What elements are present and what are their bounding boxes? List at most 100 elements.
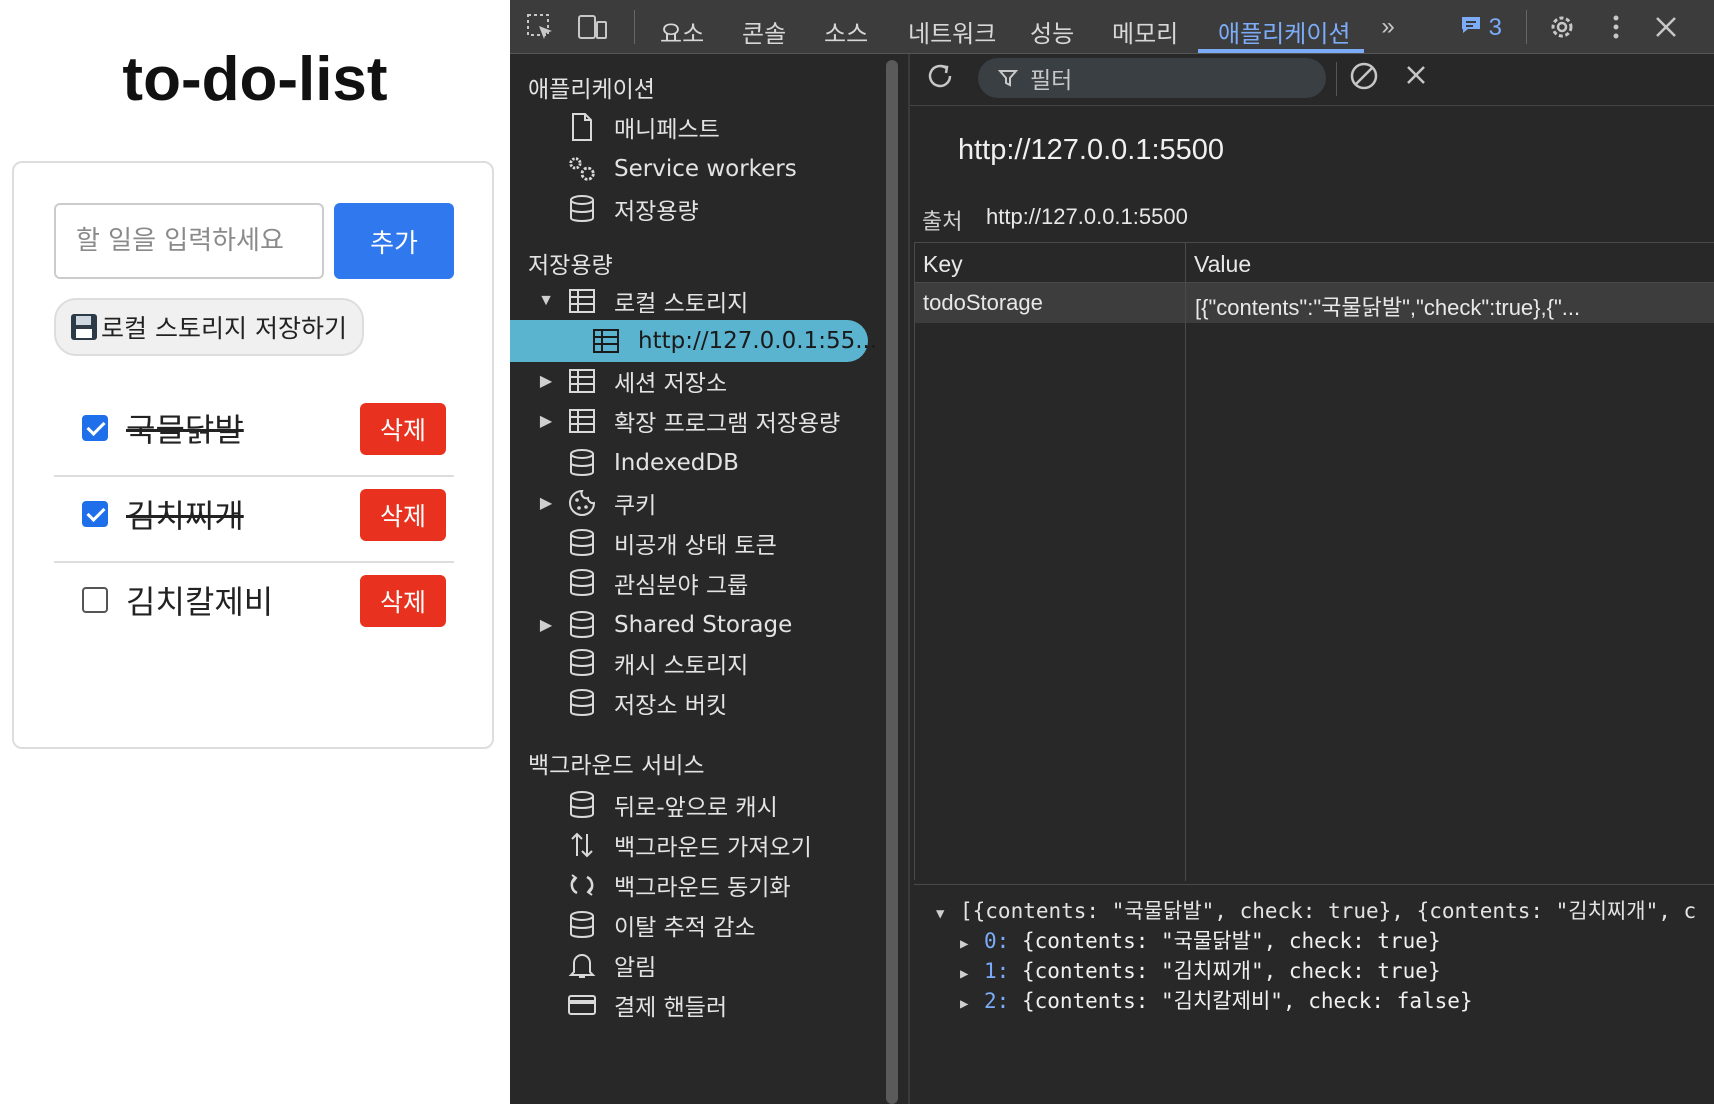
devtools-panel: 요소 콘솔 소스 네트워크 성능 메모리 애플리케이션 » 3 애플리케이션 매… — [510, 0, 1714, 1104]
database-icon — [566, 447, 598, 479]
tab-performance[interactable]: 성능 — [1030, 14, 1074, 49]
origin-label: 출처 — [922, 209, 963, 234]
origin-heading: http://127.0.0.1:5500 — [958, 134, 1225, 166]
database-icon — [566, 567, 598, 599]
origin-row: 출처 http://127.0.0.1:5500 — [922, 204, 1188, 236]
filter-placeholder: 필터 — [1030, 67, 1073, 93]
column-header-key[interactable]: Key — [915, 243, 1185, 283]
sidebar-item-bfcache[interactable]: 뒤로-앞으로 캐시 — [510, 784, 870, 826]
inspect-element-icon[interactable] — [524, 12, 556, 42]
collapsed-arrow-icon[interactable]: ▶ — [536, 411, 556, 431]
toolbar-divider — [1336, 62, 1337, 96]
floppy-disk-icon — [71, 314, 98, 340]
sidebar-item-background-fetch[interactable]: 백그라운드 가져오기 — [510, 824, 870, 866]
delete-button[interactable]: 삭제 — [360, 489, 446, 541]
collapsed-arrow-icon[interactable]: ▶ — [960, 996, 984, 1012]
table-row[interactable]: todoStorage [{"contents":"국물닭발","check":… — [915, 283, 1714, 323]
tab-elements[interactable]: 요소 — [660, 14, 704, 49]
delete-button[interactable]: 삭제 — [360, 403, 446, 455]
sidebar-item-interest-groups[interactable]: 관심분야 그룹 — [510, 562, 870, 604]
tab-console[interactable]: 콘솔 — [742, 14, 786, 49]
database-icon — [566, 527, 598, 559]
collapsed-arrow-icon[interactable]: ▶ — [536, 493, 556, 513]
toolbar-divider — [1526, 10, 1527, 44]
preview-entry[interactable]: ▶ 0: {contents: "국물닭발", check: true} — [960, 925, 1441, 955]
sidebar-item-background-sync[interactable]: 백그라운드 동기화 — [510, 864, 870, 906]
refresh-icon[interactable] — [924, 60, 956, 90]
database-icon — [566, 909, 598, 941]
tab-memory[interactable]: 메모리 — [1112, 14, 1178, 49]
sidebar-item-local-storage[interactable]: ▼ 로컬 스토리지 — [510, 280, 870, 322]
sidebar-item-cookies[interactable]: ▶ 쿠키 — [510, 482, 870, 524]
database-icon — [566, 609, 598, 641]
preview-summary[interactable]: ▼ [{contents: "국물닭발", check: true}, {cont… — [936, 895, 1696, 925]
collapsed-arrow-icon[interactable]: ▶ — [960, 966, 984, 982]
collapsed-arrow-icon[interactable]: ▶ — [960, 936, 984, 952]
todo-card: 추가 로컬 스토리지 저장하기 국물닭발 삭제 김치찌개 삭제 김치칼제비 삭제 — [12, 161, 494, 749]
kebab-menu-icon[interactable] — [1600, 12, 1632, 42]
todo-checkbox[interactable] — [82, 587, 108, 613]
column-divider[interactable] — [1185, 243, 1186, 881]
clear-all-icon[interactable] — [1348, 60, 1380, 90]
sidebar-section-storage: 저장용량 — [528, 253, 613, 279]
database-icon — [566, 647, 598, 679]
storage-toolbar: 필터 — [910, 54, 1714, 106]
add-button[interactable]: 추가 — [334, 203, 454, 279]
sidebar-item-extension-storage[interactable]: ▶ 확장 프로그램 저장용량 — [510, 400, 870, 442]
page-title: to-do-list — [122, 45, 388, 114]
sidebar-item-manifest[interactable]: 매니페스트 — [510, 106, 870, 148]
preview-entry[interactable]: ▶ 1: {contents: "김치찌개", check: true} — [960, 955, 1441, 985]
todo-text: 국물닭발 — [126, 411, 244, 449]
row-value[interactable]: [{"contents":"국물닭발","check":true},{"... — [1195, 290, 1705, 322]
save-localstorage-button[interactable]: 로컬 스토리지 저장하기 — [54, 298, 364, 356]
sidebar-item-session-storage[interactable]: ▶ 세션 저장소 — [510, 360, 870, 402]
sidebar-item-private-state-tokens[interactable]: 비공개 상태 토큰 — [510, 522, 870, 564]
expanded-arrow-icon[interactable]: ▼ — [536, 292, 556, 310]
sidebar-section-background: 백그라운드 서비스 — [528, 753, 705, 779]
todo-input[interactable] — [54, 203, 324, 279]
issues-count: 3 — [1488, 14, 1503, 41]
bell-icon — [566, 949, 598, 981]
row-key[interactable]: todoStorage — [923, 290, 1178, 316]
sidebar-scrollbar[interactable] — [886, 60, 898, 1104]
filter-input[interactable]: 필터 — [978, 58, 1326, 98]
sidebar-item-cache-storage[interactable]: 캐시 스토리지 — [510, 642, 870, 684]
sidebar-item-service-workers[interactable]: Service workers — [510, 148, 870, 190]
settings-gear-icon[interactable] — [1546, 12, 1578, 42]
todo-checkbox[interactable] — [82, 501, 108, 527]
cookie-icon — [566, 487, 598, 519]
collapsed-arrow-icon[interactable]: ▶ — [536, 615, 556, 635]
sidebar-item-bounce-tracking[interactable]: 이탈 추적 감소 — [510, 904, 870, 946]
sidebar-item-local-origin[interactable]: http://127.0.0.1:55... — [510, 320, 877, 362]
sidebar-item-shared-storage[interactable]: ▶ Shared Storage — [510, 604, 870, 646]
database-icon — [566, 193, 598, 225]
delete-button[interactable]: 삭제 — [360, 575, 446, 627]
todo-text: 김치찌개 — [126, 497, 244, 535]
expanded-arrow-icon[interactable]: ▼ — [936, 906, 960, 922]
sidebar-item-payment-handler[interactable]: 결제 핸들러 — [510, 984, 870, 1026]
column-header-value[interactable]: Value — [1186, 243, 1714, 283]
sidebar-item-storage[interactable]: 저장용량 — [510, 188, 870, 230]
app-root: to-do-list 추가 로컬 스토리지 저장하기 국물닭발 삭제 김치찌개 … — [0, 0, 1714, 1104]
tab-sources[interactable]: 소스 — [824, 14, 868, 49]
tab-application[interactable]: 애플리케이션 — [1218, 14, 1350, 49]
key-value-table: Key Value todoStorage [{"contents":"국물닭발… — [914, 242, 1714, 881]
close-icon[interactable] — [1650, 12, 1682, 42]
tab-network[interactable]: 네트워크 — [908, 14, 996, 49]
delete-selected-icon[interactable] — [1400, 60, 1432, 90]
save-label: 로컬 스토리지 저장하기 — [101, 314, 347, 343]
table-grid-icon — [566, 285, 598, 317]
sidebar-item-indexeddb[interactable]: IndexedDB — [510, 442, 870, 484]
collapsed-arrow-icon[interactable]: ▶ — [536, 371, 556, 391]
device-toolbar-icon[interactable] — [576, 12, 608, 42]
todo-item: 김치찌개 삭제 — [54, 471, 454, 563]
preview-entry[interactable]: ▶ 2: {contents: "김치칼제비", check: false} — [960, 985, 1473, 1015]
application-sidebar: 애플리케이션 매니페스트 Service workers 저장용량 저장용량 ▼… — [510, 54, 880, 1104]
issues-counter[interactable]: 3 — [1460, 14, 1502, 42]
todo-checkbox[interactable] — [82, 415, 108, 441]
sidebar-item-notifications[interactable]: 알림 — [510, 944, 870, 986]
sidebar-item-storage-buckets[interactable]: 저장소 버킷 — [510, 682, 870, 724]
database-icon — [566, 687, 598, 719]
more-tabs-icon[interactable]: » — [1372, 12, 1404, 42]
todo-item: 김치칼제비 삭제 — [54, 557, 454, 649]
